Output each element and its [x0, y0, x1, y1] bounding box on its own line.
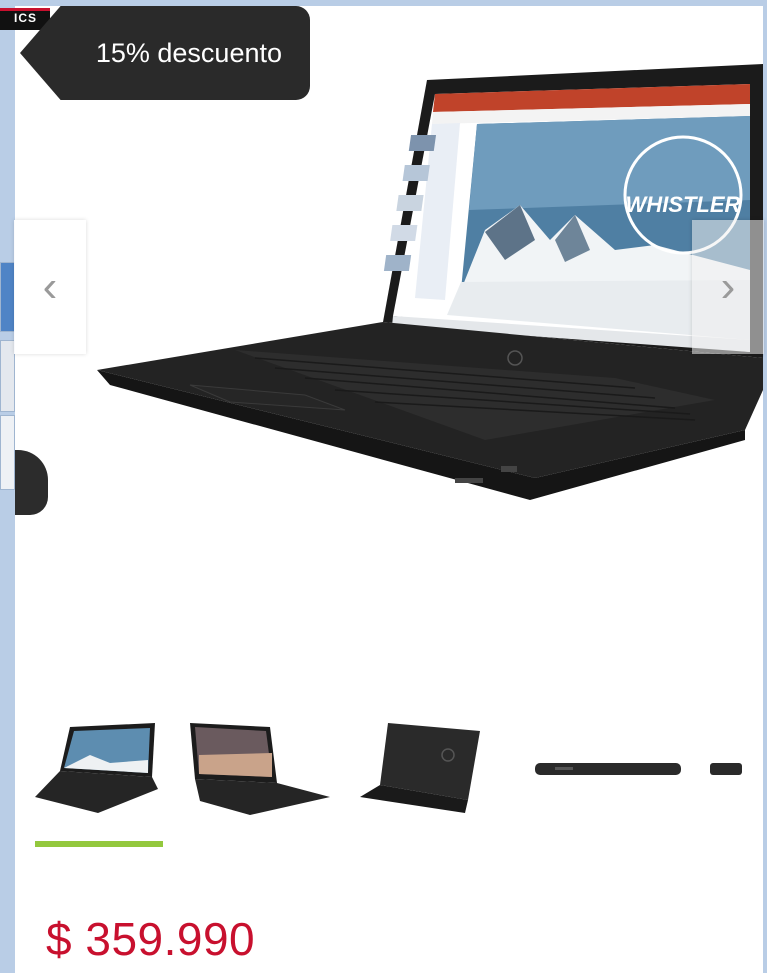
chevron-left-icon: ‹ — [42, 262, 58, 311]
main-product-image[interactable]: WHISTLER — [15, 0, 763, 690]
side-tab-1[interactable] — [0, 262, 15, 332]
thumbnail-back-closed[interactable] — [360, 705, 510, 825]
side-tab-3[interactable] — [0, 415, 15, 490]
side-tab-2[interactable] — [0, 340, 15, 412]
screen-logo-text: WHISTLER — [626, 192, 741, 217]
thumbnail-front-open-sunset[interactable] — [185, 705, 335, 825]
gallery-prev-button[interactable]: ‹ — [14, 220, 86, 354]
chevron-right-icon: › — [720, 262, 736, 311]
brand-badge: ICS — [0, 8, 50, 30]
laptop-product-image: WHISTLER — [97, 64, 763, 500]
brand-badge-label: ICS — [14, 11, 38, 25]
gallery-next-button[interactable]: › — [692, 220, 764, 354]
thumbnail-strip — [30, 705, 750, 855]
active-thumbnail-indicator — [35, 841, 163, 847]
discount-label: 15% descuento — [95, 37, 282, 68]
window-frame-right — [763, 0, 767, 973]
product-price: $ 359.990 — [46, 913, 256, 965]
thumbnail-side-closed-partial[interactable] — [710, 705, 750, 825]
thumbnail-side-closed[interactable] — [535, 705, 685, 825]
discount-tag: 15% descuento — [20, 6, 310, 100]
thumbnail-front-open[interactable] — [30, 705, 162, 825]
